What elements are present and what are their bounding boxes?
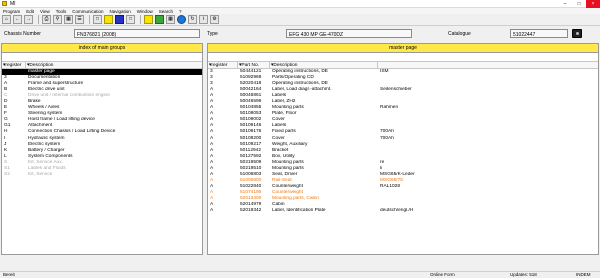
partno-header-label: Part No. bbox=[241, 63, 260, 68]
row-register: A bbox=[210, 208, 214, 214]
cart-icon[interactable] bbox=[155, 15, 164, 24]
camera-icon[interactable] bbox=[572, 29, 582, 38]
row-description: Kit, Service bbox=[28, 171, 53, 177]
type-field[interactable]: EFG 430 MP GE-470DZ bbox=[286, 29, 412, 38]
description-header-label: Description bbox=[273, 63, 298, 68]
toolbar-separator bbox=[38, 15, 39, 24]
menu-search[interactable]: Search bbox=[159, 9, 173, 14]
description-column-header[interactable]: ▾Description bbox=[270, 62, 378, 68]
master-page-title: master page bbox=[208, 44, 598, 53]
info-bar: Chassis Number FN376821 (2008) Type EFG … bbox=[0, 28, 600, 40]
grid-icon[interactable]: ▦ bbox=[64, 15, 73, 24]
parts-list: 3 50444121 Operating instructions, DE ISM 3 5… bbox=[208, 69, 598, 214]
print-icon[interactable]: ⎙ bbox=[42, 15, 51, 24]
toolbar-separator bbox=[140, 15, 141, 24]
menu-navigation[interactable]: Navigation bbox=[110, 9, 131, 14]
register-column-header[interactable]: ▾register bbox=[208, 62, 238, 68]
status-right: INDEM bbox=[576, 272, 591, 277]
notes-icon[interactable] bbox=[104, 15, 113, 24]
folder-icon[interactable] bbox=[144, 15, 153, 24]
menu-help[interactable]: ? bbox=[179, 9, 182, 14]
catalog-icon[interactable] bbox=[115, 15, 124, 24]
info-icon[interactable]: i bbox=[199, 15, 208, 24]
update-icon[interactable]: ↻ bbox=[188, 15, 197, 24]
menu-edit[interactable]: Edit bbox=[26, 9, 34, 14]
status-updates: Updates: 518 bbox=[510, 272, 537, 277]
row-register: S2 bbox=[4, 171, 10, 177]
catalogue-field[interactable]: 51022447 bbox=[510, 29, 568, 38]
settings-icon[interactable]: ⚙ bbox=[210, 15, 219, 24]
home-icon[interactable]: ⌂ bbox=[2, 15, 11, 24]
minimize-icon[interactable]: – bbox=[558, 0, 572, 8]
title-bar: MI – □ × bbox=[0, 0, 600, 8]
chassis-number-field[interactable]: FN376821 (2008) bbox=[74, 29, 200, 38]
main-group-row[interactable]: S2 Kit, Service bbox=[2, 172, 202, 178]
window-title: MI bbox=[10, 0, 16, 7]
description-header-label: Description bbox=[29, 63, 54, 68]
row-description: Label, Identification Plate bbox=[272, 208, 326, 214]
menu-view[interactable]: View bbox=[40, 9, 50, 14]
register-column-header[interactable]: ▾register bbox=[2, 62, 26, 68]
catalogue-label: Catalogue bbox=[448, 31, 471, 37]
part-row[interactable]: A 52019342 Label, Identification Plate deut… bbox=[208, 208, 598, 214]
row-note: deutsch/engl./H bbox=[380, 208, 414, 214]
app-icon bbox=[2, 1, 7, 6]
page-icon[interactable]: □ bbox=[93, 15, 102, 24]
note-column-header[interactable] bbox=[378, 62, 598, 68]
toolbar-separator bbox=[89, 15, 90, 24]
main-groups-title: index of main groups bbox=[2, 44, 202, 53]
document-icon[interactable]: □ bbox=[126, 15, 135, 24]
row-part-number: 52019342 bbox=[240, 208, 262, 214]
maximize-icon[interactable]: □ bbox=[572, 0, 586, 8]
toolbar: ⌂ ← → ⎙ ⚲ ▦ ☰ □ □ ▦ ↻ i ⚙ bbox=[0, 14, 600, 26]
type-label: Type bbox=[207, 31, 218, 37]
forward-icon[interactable]: → bbox=[24, 15, 33, 24]
main-groups-header: ▾register ▾Description bbox=[2, 61, 202, 69]
register-header-label: register bbox=[211, 63, 228, 68]
menu-tools[interactable]: Tools bbox=[56, 9, 67, 14]
chassis-label: Chassis Number bbox=[4, 31, 41, 37]
master-page-panel: master page ▾register ▾Part No. ▾Descrip… bbox=[207, 43, 599, 255]
status-bar: Bereit Online Form Updates: 518 INDEM bbox=[0, 271, 600, 278]
main-groups-panel: index of main groups ▾register ▾Descript… bbox=[1, 43, 203, 255]
status-mid: Online Form bbox=[430, 272, 455, 277]
close-icon[interactable]: × bbox=[586, 0, 600, 8]
description-column-header[interactable]: ▾Description bbox=[26, 62, 202, 68]
menu-window[interactable]: Window bbox=[137, 9, 153, 14]
back-icon[interactable]: ← bbox=[13, 15, 22, 24]
search-icon[interactable]: ⚲ bbox=[53, 15, 62, 24]
parts-header: ▾register ▾Part No. ▾Description bbox=[208, 61, 598, 69]
table-icon[interactable]: ▦ bbox=[166, 15, 175, 24]
window-controls: – □ × bbox=[558, 0, 600, 8]
main-groups-list: master page 3 Documentation A Frame and supe… bbox=[2, 69, 202, 178]
globe-icon[interactable] bbox=[177, 15, 186, 24]
status-left: Bereit bbox=[3, 272, 15, 277]
partno-column-header[interactable]: ▾Part No. bbox=[238, 62, 270, 68]
register-header-label: register bbox=[5, 63, 22, 68]
list-icon[interactable]: ☰ bbox=[75, 15, 84, 24]
menu-program[interactable]: Program bbox=[3, 9, 20, 14]
menu-communication[interactable]: Communication bbox=[72, 9, 103, 14]
